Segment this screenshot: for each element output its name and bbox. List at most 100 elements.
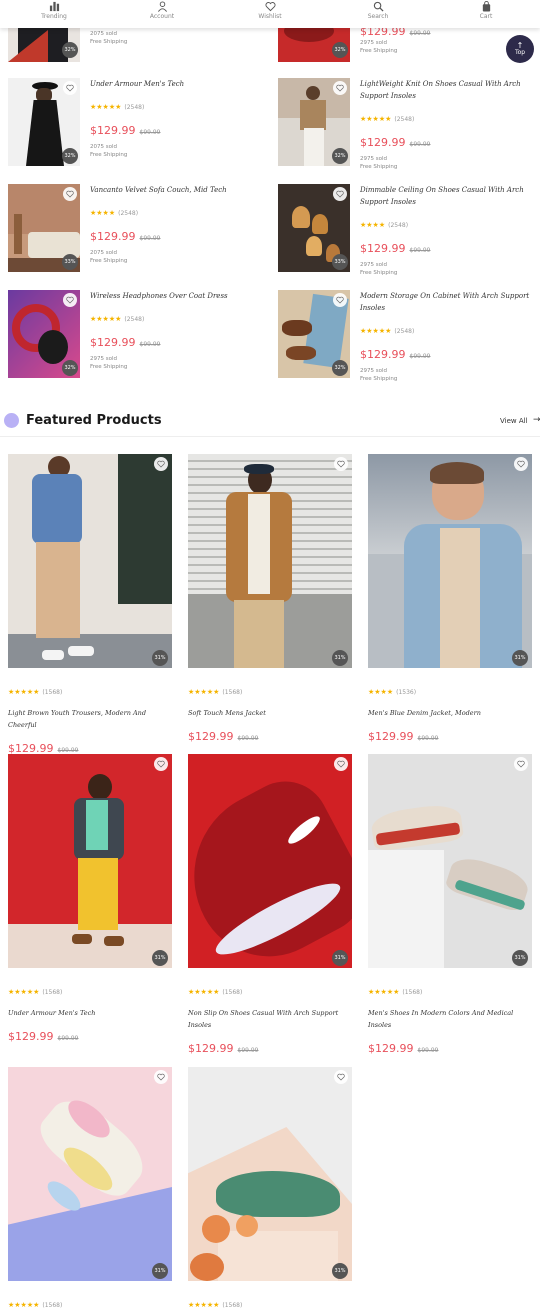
product-image: 31%	[8, 454, 172, 668]
rating-stars: ★★★★★	[368, 988, 400, 996]
nav-wishlist-label: Wishlist	[258, 13, 282, 20]
product-name[interactable]: Men's Blue Denim Jacket, Modern	[368, 707, 532, 719]
product-name[interactable]: Modern Storage On Cabinet With Arch Supp…	[360, 290, 538, 314]
product-name[interactable]: Under Armour Men's Tech	[8, 1007, 172, 1019]
nav-search-label: Search	[367, 13, 389, 20]
featured-product-card[interactable]: 31% ★★★★★ (1568) Soft Touch Mens Jacket $…	[188, 454, 352, 744]
heart-icon	[66, 296, 74, 304]
old-price: $99.99	[237, 735, 259, 742]
wishlist-toggle[interactable]	[514, 457, 528, 471]
review-count: (2548)	[394, 116, 415, 123]
list-product-card[interactable]: 32% Modern Storage On Cabinet With Arch …	[278, 290, 538, 382]
rating-stars: ★★★★★	[8, 988, 40, 996]
wishlist-toggle[interactable]	[333, 293, 347, 307]
wishlist-toggle[interactable]	[154, 1070, 168, 1084]
list-product-card[interactable]: 32% Under Armour Men's Tech ★★★★★ (2548) …	[8, 78, 268, 168]
shipping-label: Free Shipping	[90, 39, 128, 45]
featured-product-card[interactable]: 31% ★★★★★ (1568)	[8, 1067, 172, 1311]
discount-badge: 32%	[62, 42, 78, 58]
review-count: (2548)	[394, 328, 415, 335]
product-image: 31%	[188, 754, 352, 968]
wishlist-toggle[interactable]	[334, 757, 348, 771]
heart-icon	[517, 760, 525, 768]
product-price: $129.99	[90, 124, 136, 137]
bag-icon	[482, 1, 490, 12]
list-product-card[interactable]: 33% Vancanto Velvet Sofa Couch, Mid Tech…	[8, 184, 268, 274]
old-price: $99.99	[409, 141, 431, 148]
nav-cart[interactable]: Cart	[432, 0, 540, 28]
heart-icon	[336, 190, 344, 198]
sold-count: 2075 sold	[90, 250, 117, 256]
product-name[interactable]: LightWeight Knit On Shoes Casual With Ar…	[360, 78, 538, 102]
product-name[interactable]: Under Armour Men's Tech	[90, 78, 268, 90]
bottom-tab-bar: Trending Account Wishlist Search Cart	[0, 0, 540, 28]
list-product-card[interactable]: 32% LightWeight Knit On Shoes Casual Wit…	[278, 78, 538, 170]
old-price: $99.99	[57, 1035, 79, 1042]
heart-icon	[66, 190, 74, 198]
product-name[interactable]: Non Slip On Shoes Casual With Arch Suppo…	[188, 1007, 352, 1031]
old-price: $99.99	[237, 1047, 259, 1054]
featured-product-card[interactable]: 31% ★★★★ (1536) Men's Blue Denim Jacket, …	[368, 454, 532, 744]
review-count: (1568)	[42, 689, 63, 696]
nav-trending-label: Trending	[41, 13, 67, 20]
sold-count: 2975 sold	[360, 368, 387, 374]
featured-product-card[interactable]: 31% ★★★★★ (1568) Men's Shoes In Modern Co…	[368, 754, 532, 1056]
product-name[interactable]: Men's Shoes In Modern Colors And Medical…	[368, 1007, 532, 1031]
wishlist-toggle[interactable]	[154, 457, 168, 471]
wishlist-toggle[interactable]	[334, 1070, 348, 1084]
wishlist-toggle[interactable]	[63, 81, 77, 95]
section-dot-icon	[4, 413, 19, 428]
wishlist-toggle[interactable]	[333, 81, 347, 95]
nav-account[interactable]: Account	[108, 0, 216, 28]
discount-badge: 31%	[332, 950, 348, 966]
nav-wishlist[interactable]: Wishlist	[216, 0, 324, 28]
rating-stars: ★★★★	[368, 688, 394, 696]
wishlist-toggle[interactable]	[63, 187, 77, 201]
product-image: 32%	[278, 290, 350, 378]
wishlist-toggle[interactable]	[514, 757, 528, 771]
nav-trending[interactable]: Trending	[0, 0, 108, 28]
discount-badge: 32%	[62, 148, 78, 164]
nav-search[interactable]: Search	[324, 0, 432, 28]
shipping-label: Free Shipping	[90, 364, 128, 370]
rating-stars: ★★★★★	[188, 988, 220, 996]
product-price: $129.99	[368, 1042, 414, 1055]
product-name[interactable]: Light Brown Youth Trousers, Modern And C…	[8, 707, 172, 731]
discount-badge: 31%	[152, 1263, 168, 1279]
view-all-link[interactable]: View All	[500, 417, 528, 425]
rating-stars: ★★★★★	[360, 327, 392, 335]
old-price: $99.99	[139, 129, 161, 136]
product-image: 31%	[188, 1067, 352, 1281]
rating-stars: ★★★★★	[8, 688, 40, 696]
product-image: 31%	[188, 454, 352, 668]
discount-badge: 32%	[332, 42, 348, 58]
scroll-top-button[interactable]: ↑ Top	[506, 35, 534, 63]
product-name[interactable]: Soft Touch Mens Jacket	[188, 707, 352, 719]
featured-product-card[interactable]: 31% ★★★★★ (1568) Non Slip On Shoes Casual…	[188, 754, 352, 1056]
shipping-label: Free Shipping	[360, 376, 398, 382]
arrow-right-icon[interactable]: →	[533, 415, 540, 425]
featured-product-card[interactable]: 31% ★★★★★ (1568)	[188, 1067, 352, 1311]
featured-product-card[interactable]: 31% ★★★★★ (1568) Under Armour Men's Tech …	[8, 754, 172, 1044]
product-image: 32%	[278, 78, 350, 166]
old-price: $99.99	[409, 30, 431, 37]
product-name[interactable]: Dimmable Ceiling On Shoes Casual With Ar…	[360, 184, 538, 208]
wishlist-toggle[interactable]	[154, 757, 168, 771]
product-name[interactable]: Wireless Headphones Over Coat Dress	[90, 290, 268, 302]
heart-icon	[337, 1073, 345, 1081]
sold-count: 2975 sold	[360, 262, 387, 268]
wishlist-toggle[interactable]	[63, 293, 77, 307]
wishlist-toggle[interactable]	[333, 187, 347, 201]
product-image: 32%	[8, 78, 80, 166]
product-price: $129.99	[360, 242, 406, 255]
wishlist-toggle[interactable]	[334, 457, 348, 471]
review-count: (1568)	[42, 989, 63, 996]
list-product-card[interactable]: 32% Wireless Headphones Over Coat Dress …	[8, 290, 268, 380]
product-image: 31%	[8, 1067, 172, 1281]
review-count: (2548)	[388, 222, 409, 229]
sold-count: 2975 sold	[360, 156, 387, 162]
product-price: $129.99	[188, 1042, 234, 1055]
featured-product-card[interactable]: 31% ★★★★★ (1568) Light Brown Youth Trouse…	[8, 454, 172, 756]
product-name[interactable]: Vancanto Velvet Sofa Couch, Mid Tech	[90, 184, 268, 196]
list-product-card[interactable]: 33% Dimmable Ceiling On Shoes Casual Wit…	[278, 184, 538, 276]
